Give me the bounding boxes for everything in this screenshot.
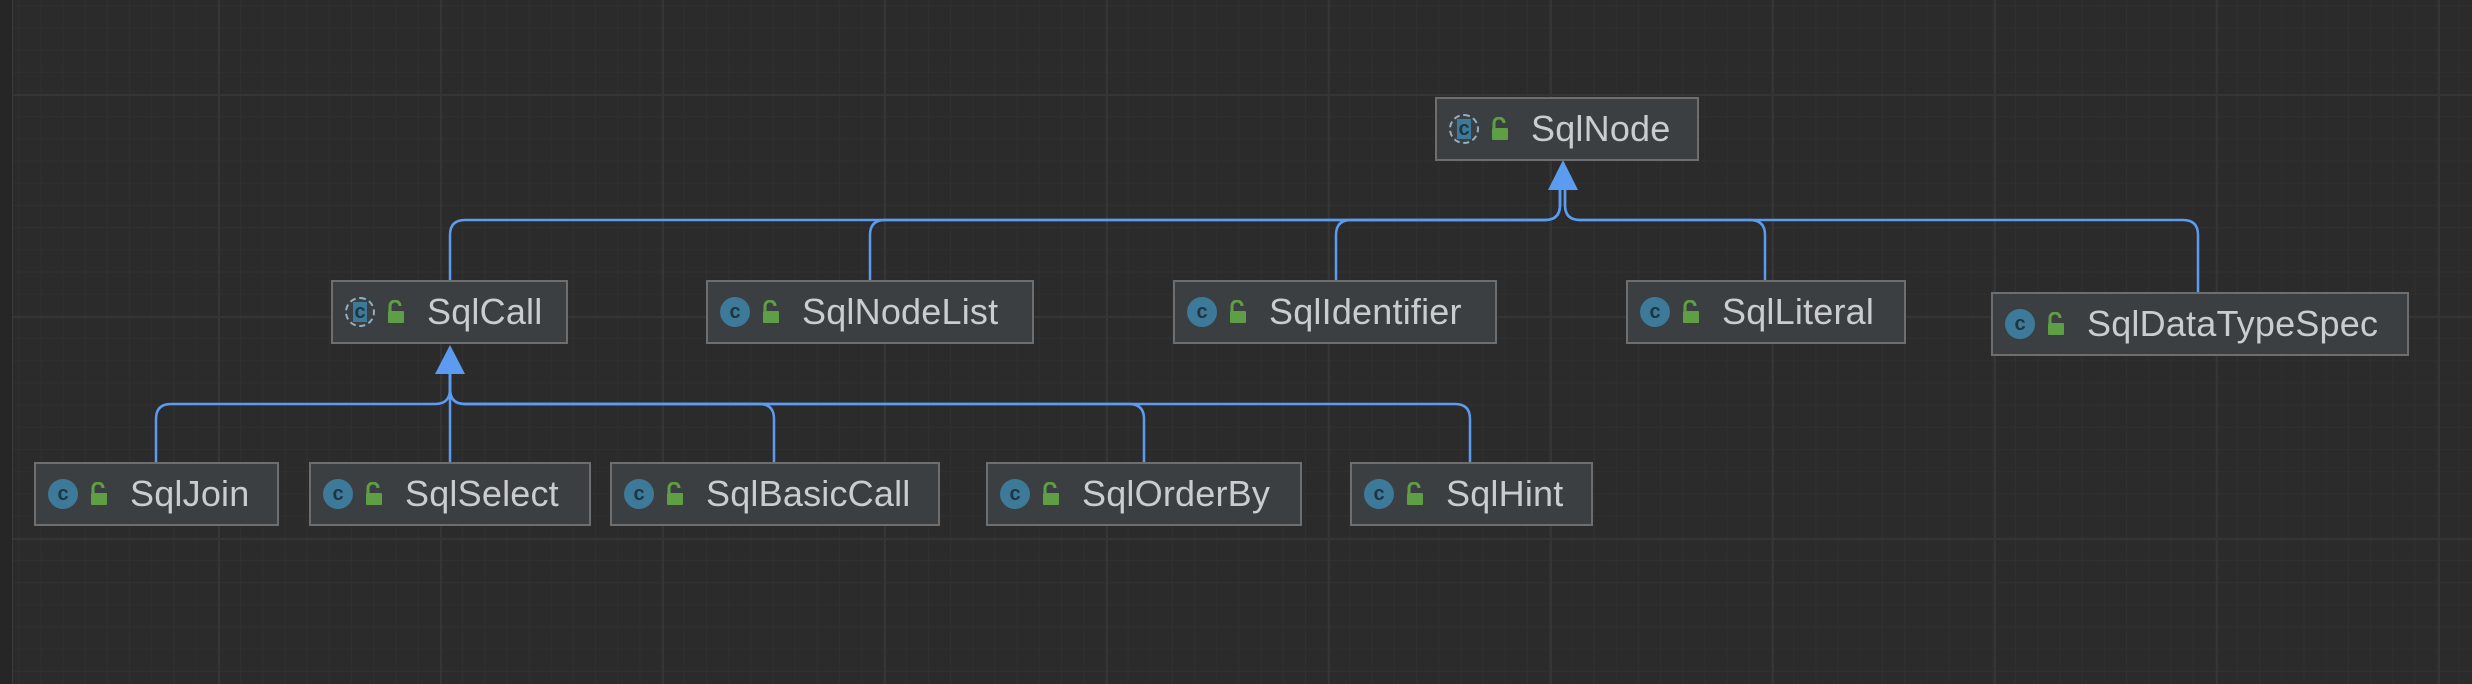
class-node-sqljoin[interactable]: c SqlJoin [34, 462, 279, 526]
edge-sqlcall-to-sqlnode [448, 190, 1562, 280]
edge-sqldatatypespec-to-sqlnode [1563, 190, 2200, 292]
unlocked-public-icon [667, 482, 683, 505]
unlocked-public-icon [1230, 300, 1246, 323]
arrowhead-sqlnode [1548, 160, 1578, 190]
class-icon: c [1187, 297, 1217, 327]
unlocked-public-icon [2048, 312, 2064, 335]
edge-sqlidentifier-to-sqlnode [1334, 190, 1562, 280]
class-node-sqldatatypespec[interactable]: c SqlDataTypeSpec [1991, 292, 2409, 356]
class-node-sqlliteral[interactable]: c SqlLiteral [1626, 280, 1906, 344]
class-icon: c [2005, 309, 2035, 339]
class-icon: c [1640, 297, 1670, 327]
unlocked-public-icon [1407, 482, 1423, 505]
edge-sqlbasiccall-to-sqlcall [448, 373, 776, 462]
class-label-sqlbasiccall: SqlBasicCall [706, 473, 911, 514]
edge-sqlorderby-to-sqlcall [448, 373, 1146, 462]
class-label-sqlnodelist: SqlNodeList [802, 291, 999, 332]
unlocked-public-icon [366, 482, 382, 505]
class-node-sqlbasiccall[interactable]: c SqlBasicCall [610, 462, 940, 526]
class-node-sqlidentifier[interactable]: c SqlIdentifier [1173, 280, 1497, 344]
class-node-sqlorderby[interactable]: c SqlOrderBy [986, 462, 1302, 526]
class-icon: c [1000, 479, 1030, 509]
class-node-sqlhint[interactable]: c SqlHint [1350, 462, 1593, 526]
class-label-sqljoin: SqlJoin [130, 473, 250, 514]
class-label-sqlhint: SqlHint [1446, 473, 1564, 514]
edge-sqljoin-to-sqlcall [154, 373, 452, 462]
abstract-class-icon: c [1449, 114, 1479, 144]
unlocked-public-icon [1043, 482, 1059, 505]
edge-sqlhint-to-sqlcall [448, 373, 1472, 462]
class-node-sqlnode[interactable]: c SqlNode [1435, 97, 1699, 161]
class-label-sqlliteral: SqlLiteral [1722, 291, 1875, 332]
edge-sqlnodelist-to-sqlnode [868, 190, 1562, 280]
class-label-sqlnode: SqlNode [1531, 108, 1671, 149]
class-node-sqlselect[interactable]: c SqlSelect [309, 462, 591, 526]
class-icon: c [624, 479, 654, 509]
unlocked-public-icon [763, 300, 779, 323]
arrowhead-sqlcall [435, 345, 465, 374]
class-label-sqlidentifier: SqlIdentifier [1269, 291, 1462, 332]
abstract-class-icon: c [345, 297, 375, 327]
class-label-sqlcall: SqlCall [427, 291, 543, 332]
class-node-sqlnodelist[interactable]: c SqlNodeList [706, 280, 1034, 344]
unlocked-public-icon [1683, 300, 1699, 323]
edge-sqlliteral-to-sqlnode [1563, 190, 1767, 280]
class-icon: c [48, 479, 78, 509]
unlocked-public-icon [1492, 117, 1508, 140]
class-label-sqldatatypespec: SqlDataTypeSpec [2087, 303, 2379, 344]
class-label-sqlselect: SqlSelect [405, 473, 559, 514]
class-label-sqlorderby: SqlOrderBy [1082, 473, 1271, 514]
unlocked-public-icon [91, 482, 107, 505]
class-icon: c [720, 297, 750, 327]
unlocked-public-icon [388, 300, 404, 323]
class-node-sqlcall[interactable]: c SqlCall [331, 280, 568, 344]
class-icon: c [1364, 479, 1394, 509]
class-icon: c [323, 479, 353, 509]
